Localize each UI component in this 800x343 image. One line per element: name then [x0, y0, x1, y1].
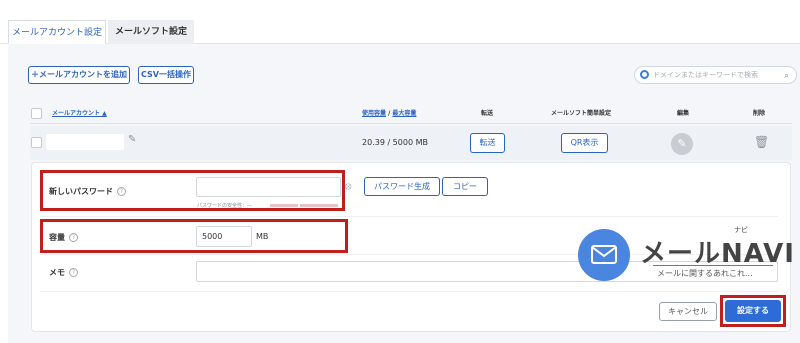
- tab-mail-software-settings[interactable]: メールソフト設定: [108, 20, 194, 44]
- form-divider: [40, 216, 778, 217]
- cancel-button[interactable]: キャンセル: [659, 302, 717, 321]
- highlight-capacity: [40, 219, 348, 253]
- search-input[interactable]: ドメインまたはキーワードで検索 ⌕: [634, 66, 797, 84]
- csv-bulk-button[interactable]: CSV一括操作: [138, 66, 194, 84]
- copy-button[interactable]: コピー: [442, 177, 488, 196]
- select-all-checkbox[interactable]: [31, 108, 42, 119]
- add-mail-account-button[interactable]: ＋メールアカウントを追加: [28, 66, 130, 84]
- header-edit: 編集: [677, 110, 690, 117]
- row-checkbox[interactable]: [31, 137, 42, 148]
- generate-password-button[interactable]: パスワード生成: [364, 177, 440, 196]
- edit-pencil-icon[interactable]: ✎: [671, 133, 693, 155]
- header-usage-max[interactable]: 最大容量: [392, 110, 416, 117]
- header-mail-account[interactable]: メールアカウント ▲: [52, 110, 107, 118]
- logo-tagline: メールに関するあれこれ...: [657, 269, 753, 278]
- account-name-field: [46, 134, 124, 150]
- highlight-submit: [720, 295, 786, 327]
- envelope-shape: [591, 245, 617, 264]
- forward-button[interactable]: 転送: [470, 133, 505, 153]
- search-placeholder: ドメインまたはキーワードで検索: [653, 71, 758, 79]
- header-divider: [30, 123, 792, 124]
- header-delete: 削除: [753, 110, 766, 117]
- search-icon[interactable]: ⌕: [784, 68, 789, 84]
- eye-off-icon[interactable]: ⦻: [345, 181, 352, 192]
- memo-label: メモ?: [49, 267, 78, 278]
- highlight-password: [40, 170, 345, 211]
- help-icon[interactable]: ?: [69, 268, 78, 277]
- trash-icon[interactable]: 🗑: [754, 135, 769, 149]
- header-forward: 転送: [481, 110, 494, 117]
- logo-underline: [653, 265, 773, 266]
- pencil-icon[interactable]: ✎: [128, 134, 136, 145]
- globe-icon: [640, 70, 649, 79]
- mail-envelope-icon: [578, 229, 630, 281]
- header-usage[interactable]: 使用容量 / 最大容量: [362, 110, 416, 118]
- memo-label-text: メモ: [49, 268, 65, 277]
- form-divider: [40, 291, 778, 292]
- usage-value: 20.39 / 5000 MB: [362, 138, 428, 147]
- tab-bar: メールアカウント設定 メールソフト設定: [0, 0, 800, 44]
- header-usage-used[interactable]: 使用容量: [362, 110, 386, 117]
- header-easy-setup: メールソフト簡単設定: [551, 110, 612, 117]
- qr-display-button[interactable]: QR表示: [561, 133, 608, 153]
- tab-mail-account-settings[interactable]: メールアカウント設定: [8, 20, 106, 44]
